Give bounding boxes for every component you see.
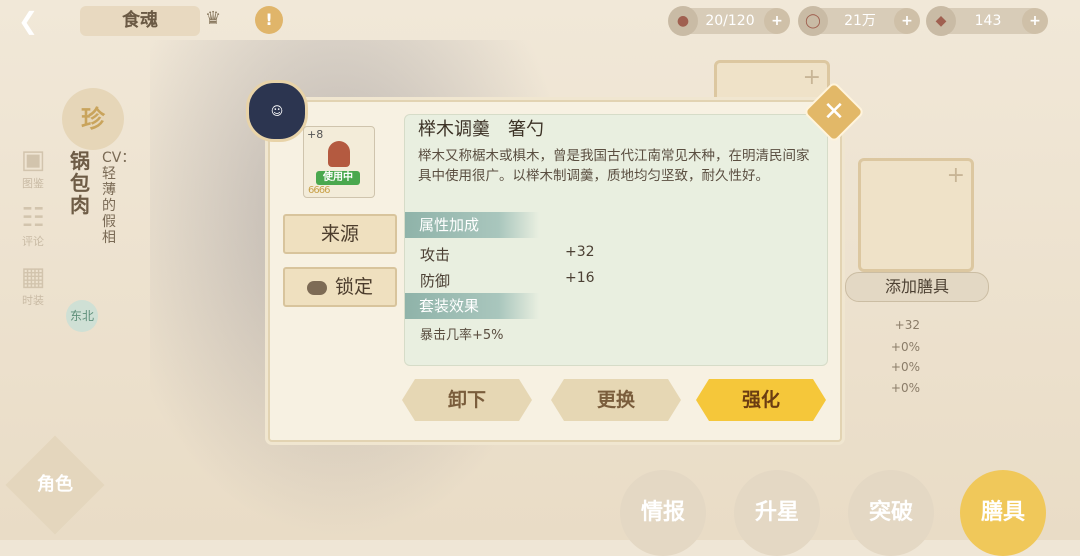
tab-info[interactable]: 情报 — [620, 470, 706, 556]
comment-icon: ☷ — [21, 203, 45, 233]
tab-utensils[interactable]: 膳具 — [960, 470, 1046, 556]
sidebar-item-label: 图鉴 — [22, 177, 44, 190]
sidebar-item-comments[interactable]: ☷ 评论 — [10, 203, 56, 249]
sidebar-item-gallery[interactable]: ▣ 图鉴 — [10, 145, 56, 191]
close-icon: ✕ — [823, 97, 845, 127]
lock-button-label: 锁定 — [334, 276, 373, 298]
book-icon: ▣ — [20, 145, 46, 175]
attr-section-header: 属性加成 — [405, 212, 539, 238]
top-bar: ❮ 食魂 ♛ ! ● 20/120 + ◯ 21万 + ◆ 143 + — [0, 0, 1080, 42]
stat-name-attack: 攻击 — [420, 246, 451, 264]
set-effect: 暴击几率+5% — [420, 328, 504, 343]
panel-stat: +0% — [890, 340, 920, 354]
gem-icon: ◆ — [926, 6, 956, 36]
gem-counter: ◆ 143 + — [926, 6, 1048, 36]
bowl-icon: ● — [668, 6, 698, 36]
stamina-value: 20/120 — [705, 13, 755, 29]
avatar: ☺ — [246, 80, 308, 142]
add-coins-button[interactable]: + — [894, 8, 920, 34]
item-level: +8 — [307, 128, 324, 141]
stat-value-attack: +32 — [565, 244, 595, 260]
rarity-badge: 珍 — [62, 88, 124, 150]
lock-icon — [306, 280, 327, 295]
unequip-button[interactable]: 卸下 — [402, 379, 532, 421]
stamina-counter: ● 20/120 + — [668, 6, 790, 36]
page-title: 食魂 — [80, 6, 200, 36]
stat-name-defense: 防御 — [420, 272, 451, 290]
gem-value: 143 — [974, 13, 1002, 29]
upgrade-button[interactable]: 强化 — [696, 379, 826, 421]
character-name: 锅包肉 — [70, 149, 90, 217]
crown-icon[interactable]: ♛ — [205, 8, 221, 29]
add-gems-button[interactable]: + — [1022, 8, 1048, 34]
sidebar-item-label: 评论 — [22, 235, 44, 248]
plus-icon: + — [946, 163, 965, 188]
utensil-icon: +8 使用中 6666 — [303, 126, 375, 198]
role-emblem-label: 角色 — [37, 474, 73, 495]
panel-stat: +0% — [890, 360, 920, 374]
stat-value-defense: +16 — [565, 270, 595, 286]
sidebar-item-label: 时装 — [22, 294, 44, 307]
utensil-slot[interactable]: + — [858, 158, 974, 272]
back-arrow-icon[interactable]: ❮ — [18, 8, 58, 34]
spoon-figure-icon — [328, 141, 350, 167]
alert-icon[interactable]: ! — [255, 6, 283, 34]
item-name: 榉木调羹 箸勺 — [418, 119, 544, 140]
in-use-badge: 使用中 — [316, 171, 360, 185]
add-utensil-label[interactable]: 添加膳具 — [845, 272, 989, 302]
item-stars: 6666 — [308, 185, 330, 196]
tab-star-up[interactable]: 升星 — [734, 470, 820, 556]
voice-actor: CV：轻薄的假相 — [102, 150, 135, 246]
item-description: 榉木又称椐木或椇木，曾是我国古代江南常见木种，在明清民间家具中使用很广。以榉木制… — [418, 148, 810, 184]
region-badge: 东北 — [66, 300, 98, 332]
coin-icon: ◯ — [798, 6, 828, 36]
set-section-header: 套装效果 — [405, 293, 539, 319]
panel-stat: +0% — [890, 381, 920, 395]
plus-icon: + — [802, 65, 821, 90]
role-emblem[interactable]: 角色 — [5, 435, 105, 535]
add-stamina-button[interactable]: + — [764, 8, 790, 34]
tab-breakthrough[interactable]: 突破 — [848, 470, 934, 556]
source-button[interactable]: 来源 — [283, 214, 397, 254]
coin-counter: ◯ 21万 + — [798, 6, 920, 36]
sidebar-item-costume[interactable]: ▦ 时装 — [10, 262, 56, 308]
costume-icon: ▦ — [20, 262, 46, 292]
lock-button[interactable]: 锁定 — [283, 267, 397, 307]
replace-button[interactable]: 更换 — [551, 379, 681, 421]
panel-stat: +32 — [894, 318, 920, 332]
coin-value: 21万 — [844, 13, 876, 29]
